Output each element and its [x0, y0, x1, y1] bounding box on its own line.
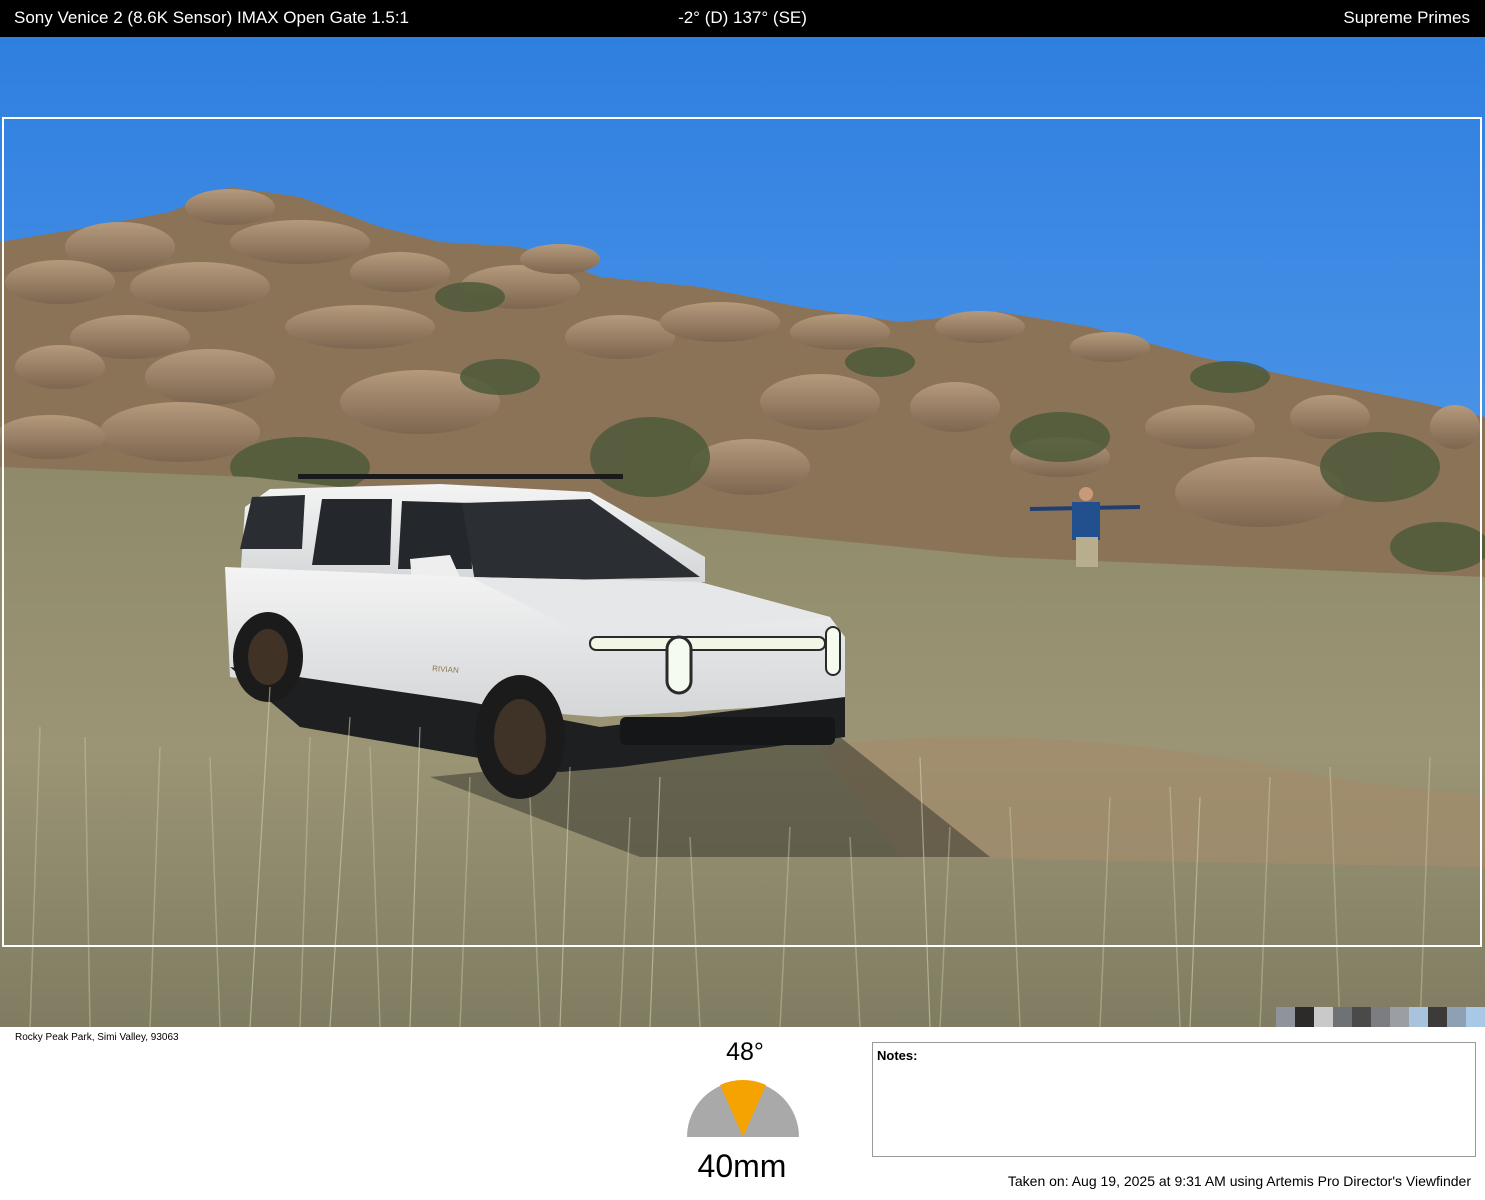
- focal-length-label: 40mm: [697, 1148, 787, 1184]
- color-swatch: [1314, 1007, 1333, 1027]
- notes-label: Notes:: [877, 1048, 918, 1063]
- tilt-heading-label: -2° (D) 137° (SE): [678, 8, 807, 27]
- color-swatch: [1371, 1007, 1390, 1027]
- lens-set-label: Supreme Primes: [1343, 8, 1470, 27]
- imax-frame-lines: [2, 117, 1482, 947]
- color-swatch: [1276, 1007, 1295, 1027]
- color-swatch: [1295, 1007, 1314, 1027]
- color-swatch: [1352, 1007, 1371, 1027]
- color-swatch: [1390, 1007, 1409, 1027]
- color-swatch: [1409, 1007, 1428, 1027]
- viewfinder-photo: RIVIAN: [0, 37, 1485, 1027]
- color-swatch: [1333, 1007, 1352, 1027]
- color-swatch: [1428, 1007, 1447, 1027]
- top-info-bar: Sony Venice 2 (8.6K Sensor) IMAX Open Ga…: [0, 0, 1485, 37]
- color-swatch: [1466, 1007, 1485, 1027]
- color-swatch: [1447, 1007, 1466, 1027]
- location-label: Rocky Peak Park, Simi Valley, 93063: [15, 1032, 179, 1043]
- color-palette-strip: [1276, 1007, 1485, 1027]
- fov-angle-label: 48°: [726, 1038, 764, 1066]
- capture-info-footer: Taken on: Aug 19, 2025 at 9:31 AM using …: [1007, 1173, 1471, 1189]
- notes-box[interactable]: Notes:: [872, 1042, 1476, 1157]
- field-of-view-icon: [687, 1080, 799, 1137]
